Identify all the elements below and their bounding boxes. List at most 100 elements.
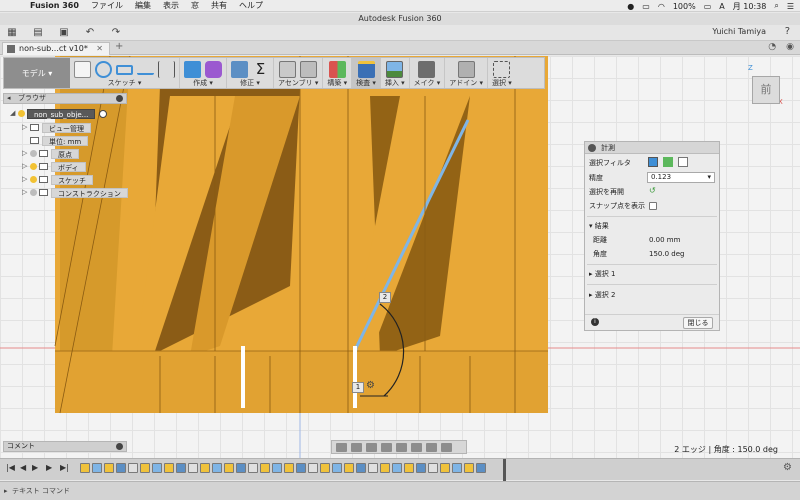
- menu-help[interactable]: ヘルプ: [239, 0, 263, 11]
- document-tab[interactable]: non-sub...ct v10* ✕: [2, 42, 110, 55]
- comment-options-icon[interactable]: [116, 443, 123, 450]
- text-command-bar[interactable]: ▸ テキスト コマンド: [0, 481, 800, 500]
- ribbon-group-construct[interactable]: 構築 ▾: [323, 58, 353, 88]
- wifi-icon[interactable]: ◠: [658, 2, 665, 11]
- grid-settings-icon[interactable]: [426, 442, 437, 452]
- ribbon-group-assemble[interactable]: アセンブリ ▾: [274, 58, 324, 88]
- ribbon-group-make[interactable]: メイク ▾: [410, 58, 446, 88]
- data-panel-grid-icon[interactable]: ▦: [6, 27, 18, 38]
- visibility-bulb-icon[interactable]: [30, 176, 37, 183]
- reselect-icon[interactable]: ↺: [649, 186, 656, 195]
- ribbon-group-sketch[interactable]: スケッチ ▾: [70, 58, 180, 88]
- timeline-feature-icon[interactable]: [368, 463, 378, 473]
- display-icon[interactable]: ▭: [642, 2, 650, 11]
- make-icon[interactable]: [418, 61, 436, 78]
- timeline-feature-icon[interactable]: [248, 463, 258, 473]
- sketch-icon[interactable]: [74, 61, 91, 78]
- new-tab-icon[interactable]: +: [115, 41, 123, 52]
- line-icon[interactable]: [137, 65, 154, 75]
- visibility-bulb-icon[interactable]: [30, 189, 37, 196]
- timeline-feature-icon[interactable]: [212, 463, 222, 473]
- timeline-feature-icon[interactable]: [320, 463, 330, 473]
- menu-window[interactable]: 窓: [191, 0, 199, 11]
- menu-share[interactable]: 共有: [211, 0, 227, 11]
- precision-select[interactable]: 0.123 ▾: [647, 172, 715, 183]
- timeline-play-icon[interactable]: ▶: [32, 463, 38, 472]
- timeline-feature-icon[interactable]: [344, 463, 354, 473]
- dimension-icon[interactable]: [158, 61, 175, 78]
- expand-triangle-icon[interactable]: ▷: [22, 187, 30, 198]
- close-tab-icon[interactable]: ✕: [96, 43, 103, 55]
- help-icon[interactable]: ?: [785, 26, 790, 37]
- browser-node-construction[interactable]: ▷ コンストラクション: [22, 187, 128, 198]
- timeline-settings-gear-icon[interactable]: ⚙: [783, 462, 792, 473]
- timeline-feature-icon[interactable]: [440, 463, 450, 473]
- box-icon[interactable]: [184, 61, 201, 78]
- browser-node-sketches[interactable]: ▷ スケッチ: [22, 174, 93, 185]
- file-icon[interactable]: ▤: [32, 27, 44, 38]
- ribbon-group-modify[interactable]: Σ 修正 ▾: [227, 58, 274, 88]
- info-icon[interactable]: i: [591, 318, 599, 326]
- timeline-marker[interactable]: [503, 459, 506, 481]
- battery-label[interactable]: 100%: [673, 2, 696, 11]
- insert-image-icon[interactable]: [386, 61, 404, 78]
- timeline-feature-icon[interactable]: [332, 463, 342, 473]
- record-icon[interactable]: ●: [627, 2, 634, 11]
- expand-triangle-icon[interactable]: ▷: [22, 161, 30, 172]
- timeline-feature-icon[interactable]: [92, 463, 102, 473]
- timeline-feature-icon[interactable]: [80, 463, 90, 473]
- active-radio-icon[interactable]: [99, 109, 108, 118]
- rectangle-icon[interactable]: [116, 64, 133, 75]
- timeline-feature-icon[interactable]: [308, 463, 318, 473]
- timeline-feature-icon[interactable]: [452, 463, 462, 473]
- search-icon[interactable]: ⌕: [774, 1, 778, 11]
- timeline-first-icon[interactable]: |◀: [6, 463, 15, 472]
- close-button[interactable]: 閉じる: [683, 317, 713, 329]
- filter-face-icon[interactable]: [663, 157, 673, 167]
- timeline-feature-icon[interactable]: [404, 463, 414, 473]
- select-icon[interactable]: [493, 61, 511, 78]
- filter-body-icon[interactable]: [648, 157, 658, 167]
- press-pull-icon[interactable]: [231, 61, 248, 78]
- expand-triangle-icon[interactable]: ▷: [22, 122, 30, 133]
- results-toggle[interactable]: ▾ 結果: [589, 221, 609, 231]
- ribbon-group-addins[interactable]: アドイン ▾: [445, 58, 488, 88]
- timeline-feature-icon[interactable]: [296, 463, 306, 473]
- pan-icon[interactable]: [366, 442, 377, 452]
- ribbon-group-select[interactable]: 選択 ▾: [488, 58, 516, 88]
- menu-app-name[interactable]: Fusion 360: [30, 1, 79, 10]
- expand-triangle-icon[interactable]: ▷: [22, 174, 30, 185]
- timeline-feature-icon[interactable]: [200, 463, 210, 473]
- measure-icon[interactable]: [357, 61, 375, 78]
- battery-icon[interactable]: ▭: [704, 2, 712, 11]
- collapse-dialog-icon[interactable]: [588, 144, 596, 152]
- menu-edit[interactable]: 編集: [135, 0, 151, 11]
- browser-panel-header[interactable]: ◂ ブラウザ: [3, 93, 127, 104]
- timeline-feature-icon[interactable]: [392, 463, 402, 473]
- undo-icon[interactable]: ↶: [84, 27, 96, 38]
- timeline-feature-icon[interactable]: [140, 463, 150, 473]
- timeline-feature-icon[interactable]: [152, 463, 162, 473]
- display-settings-icon[interactable]: [411, 442, 422, 452]
- look-at-icon[interactable]: [351, 442, 362, 452]
- view-cube[interactable]: Z X 前: [748, 64, 784, 108]
- form-icon[interactable]: [205, 61, 222, 78]
- filter-edge-icon[interactable]: [678, 157, 688, 167]
- timeline-feature-icon[interactable]: [356, 463, 366, 473]
- show-snap-checkbox[interactable]: [649, 202, 657, 210]
- timeline-feature-icon[interactable]: [272, 463, 282, 473]
- timeline-feature-icon[interactable]: [380, 463, 390, 473]
- timeline-feature-icon[interactable]: [224, 463, 234, 473]
- addins-icon[interactable]: [457, 61, 475, 78]
- plane-icon[interactable]: [328, 61, 346, 78]
- notification-icon[interactable]: ◉: [786, 42, 794, 52]
- menu-file[interactable]: ファイル: [91, 0, 123, 11]
- timeline-feature-icon[interactable]: [176, 463, 186, 473]
- menu-view[interactable]: 表示: [163, 0, 179, 11]
- fit-icon[interactable]: [396, 442, 407, 452]
- timeline-feature-icon[interactable]: [416, 463, 426, 473]
- viewports-icon[interactable]: [441, 442, 452, 452]
- timeline-feature-icon[interactable]: [428, 463, 438, 473]
- expand-triangle-icon[interactable]: ◢: [10, 108, 18, 119]
- selection1-toggle[interactable]: ▸ 選択 1: [589, 269, 615, 279]
